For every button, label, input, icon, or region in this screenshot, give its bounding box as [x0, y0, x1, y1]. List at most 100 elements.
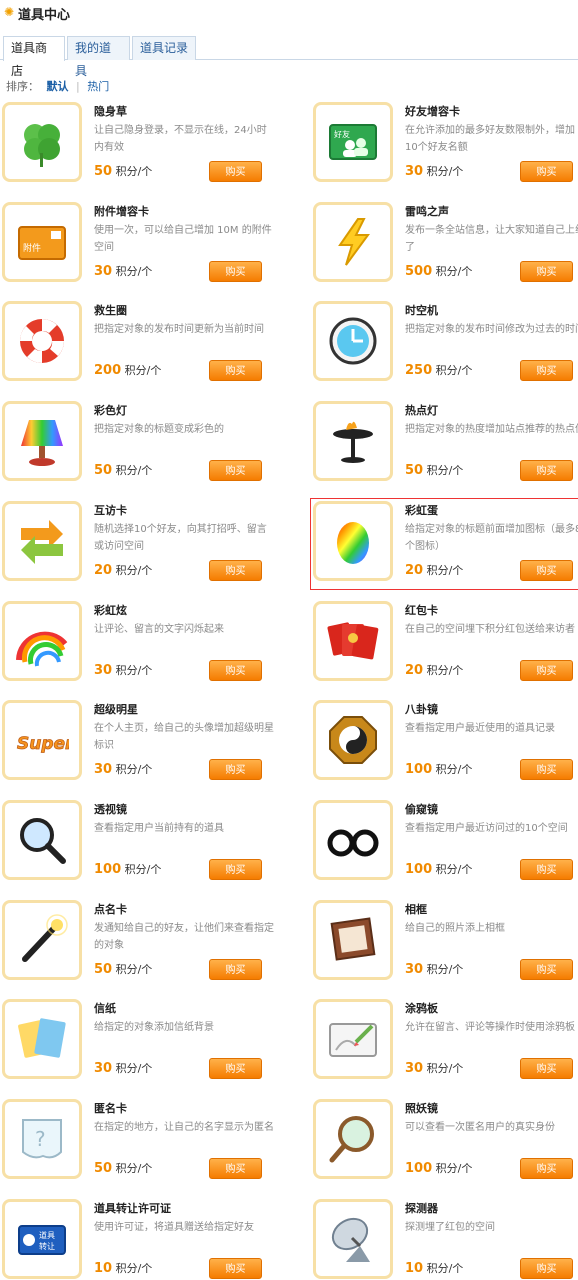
buy-button[interactable]: 购买 [520, 759, 573, 780]
item-name[interactable]: 互访卡 [94, 502, 127, 518]
thunder-icon[interactable] [313, 202, 393, 282]
price-unit: 积分/个 [115, 1162, 153, 1175]
buy-button[interactable]: 购买 [209, 859, 262, 880]
buy-button[interactable]: 购买 [520, 660, 573, 681]
item-card: 热点灯 把指定对象的热度增加站点推荐的热点值 50 积分/个 购买 [311, 399, 578, 489]
item-name[interactable]: 救生圈 [94, 302, 127, 318]
super-star-icon[interactable]: Super [2, 700, 82, 780]
item-name[interactable]: 偷窥镜 [405, 801, 438, 817]
item-name[interactable]: 好友增容卡 [405, 103, 460, 119]
item-name[interactable]: 彩虹炫 [94, 602, 127, 618]
buy-button[interactable]: 购买 [209, 261, 262, 282]
clover-icon[interactable] [2, 102, 82, 182]
rainbow-egg-icon[interactable] [313, 501, 393, 581]
letter-paper-icon[interactable] [2, 999, 82, 1079]
item-name[interactable]: 透视镜 [94, 801, 127, 817]
item-name[interactable]: 隐身草 [94, 103, 127, 119]
item-name[interactable]: 点名卡 [94, 901, 127, 917]
item-description: 把指定对象的标题变成彩色的 [94, 424, 224, 435]
item-name[interactable]: 超级明星 [94, 701, 138, 717]
item-name[interactable]: 八卦镜 [405, 701, 438, 717]
tab-records[interactable]: 道具记录 [132, 36, 196, 60]
sort-hot[interactable]: 热门 [87, 78, 109, 94]
color-lamp-icon[interactable] [2, 401, 82, 481]
item-name[interactable]: 彩色灯 [94, 402, 127, 418]
buy-button[interactable]: 购买 [520, 161, 573, 182]
satellite-icon[interactable] [313, 1199, 393, 1279]
item-name[interactable]: 信纸 [94, 1000, 116, 1016]
price-value: 30 [94, 264, 113, 279]
svg-text:附件: 附件 [23, 242, 41, 254]
buy-button[interactable]: 购买 [209, 460, 262, 481]
buy-button[interactable]: 购买 [520, 859, 573, 880]
buy-button[interactable]: 购买 [209, 360, 262, 381]
anonymous-card-icon[interactable]: ? [2, 1099, 82, 1179]
red-packet-icon[interactable] [313, 601, 393, 681]
price-unit: 积分/个 [115, 664, 153, 677]
item-name[interactable]: 彩虹蛋 [405, 502, 438, 518]
mirror-icon[interactable] [313, 1099, 393, 1179]
buy-button[interactable]: 购买 [520, 959, 573, 980]
price-unit: 积分/个 [426, 464, 464, 477]
item-card: 涂鸦板 允许在留言、评论等操作时使用涂鸦板 30 积分/个 购买 [311, 997, 578, 1087]
price-unit: 积分/个 [115, 963, 153, 976]
buy-button[interactable]: 购买 [520, 360, 573, 381]
sort-default[interactable]: 默认 [47, 78, 69, 94]
item-price: 30 积分/个 [94, 1060, 152, 1076]
item-price: 100 积分/个 [405, 1160, 472, 1176]
item-name[interactable]: 红包卡 [405, 602, 438, 618]
item-price: 250 积分/个 [405, 362, 472, 378]
hot-lamp-icon[interactable] [313, 401, 393, 481]
buy-button[interactable]: 购买 [209, 560, 262, 581]
item-name[interactable]: 附件增容卡 [94, 203, 149, 219]
buy-button[interactable]: 购买 [520, 1058, 573, 1079]
item-name[interactable]: 道具转让许可证 [94, 1200, 171, 1216]
item-name[interactable]: 照妖镜 [405, 1100, 438, 1116]
buy-button[interactable]: 购买 [209, 1258, 262, 1279]
tab-my-items[interactable]: 我的道具 [67, 36, 130, 78]
buy-button[interactable]: 购买 [209, 161, 262, 182]
buy-button[interactable]: 购买 [209, 759, 262, 780]
arrows-icon[interactable] [2, 501, 82, 581]
bagua-icon[interactable] [313, 700, 393, 780]
license-icon[interactable]: 道具 转让 [2, 1199, 82, 1279]
item-card: 照妖镜 可以查看一次匿名用户的真实身份 100 积分/个 购买 [311, 1097, 578, 1187]
price-value: 30 [405, 1061, 424, 1076]
buy-button[interactable]: 购买 [209, 1158, 262, 1179]
friend-card-icon[interactable]: 好友 [313, 102, 393, 182]
buy-button[interactable]: 购买 [520, 1158, 573, 1179]
price-unit: 积分/个 [426, 1062, 464, 1075]
buy-button[interactable]: 购买 [209, 959, 262, 980]
item-description: 在允许添加的最多好友数限制外，增加10个好友名额 [405, 125, 575, 153]
clock-icon[interactable] [313, 301, 393, 381]
price-unit: 积分/个 [435, 863, 473, 876]
item-name[interactable]: 涂鸦板 [405, 1000, 438, 1016]
item-price: 200 积分/个 [94, 362, 161, 378]
drawing-board-icon[interactable] [313, 999, 393, 1079]
glasses-icon[interactable] [313, 800, 393, 880]
magnifier-icon[interactable] [2, 800, 82, 880]
attachment-card-icon[interactable]: 附件 [2, 202, 82, 282]
price-unit: 积分/个 [435, 364, 473, 377]
item-description: 使用一次，可以给自己增加 10M 的附件空间 [94, 225, 272, 253]
item-name[interactable]: 相框 [405, 901, 427, 917]
photo-frame-icon[interactable] [313, 900, 393, 980]
item-card: 信纸 给指定的对象添加信纸背景 30 积分/个 购买 [0, 997, 280, 1087]
buy-button[interactable]: 购买 [209, 1058, 262, 1079]
item-name[interactable]: 雷鸣之声 [405, 203, 449, 219]
buy-button[interactable]: 购买 [520, 560, 573, 581]
item-name[interactable]: 时空机 [405, 302, 438, 318]
buy-button[interactable]: 购买 [520, 1258, 573, 1279]
item-name[interactable]: 匿名卡 [94, 1100, 127, 1116]
magic-wand-icon[interactable] [2, 900, 82, 980]
buy-button[interactable]: 购买 [209, 660, 262, 681]
life-ring-icon[interactable] [2, 301, 82, 381]
item-price: 100 积分/个 [405, 861, 472, 877]
tab-shop[interactable]: 道具商店 [3, 36, 65, 78]
rainbow-icon[interactable] [2, 601, 82, 681]
item-name[interactable]: 探测器 [405, 1200, 438, 1216]
item-name[interactable]: 热点灯 [405, 402, 438, 418]
buy-button[interactable]: 购买 [520, 261, 573, 282]
buy-button[interactable]: 购买 [520, 460, 573, 481]
item-card: 时空机 把指定对象的发布时间修改为过去的时间 250 积分/个 购买 [311, 299, 578, 389]
